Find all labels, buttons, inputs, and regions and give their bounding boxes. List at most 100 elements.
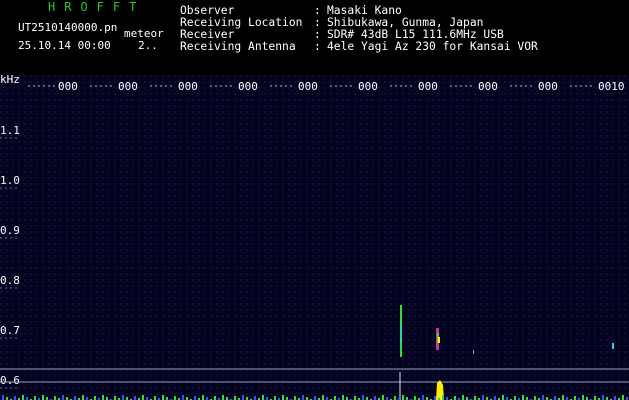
x-tick-label: 000 [58, 80, 78, 93]
hrofft-window: HROFFT UT2510140000.pn meteor 25.10.14 0… [0, 0, 629, 400]
noise-bar [162, 395, 164, 400]
noise-bar [62, 395, 64, 400]
noise-bar [82, 395, 84, 400]
noise-bar [202, 395, 204, 400]
noise-bar [394, 396, 396, 400]
noise-bar [294, 396, 296, 400]
info-separator: : [314, 40, 321, 53]
noise-bar [14, 396, 16, 400]
noise-bar [114, 396, 116, 400]
noise-bar [602, 395, 604, 400]
waterfall-svg: kHz 000 000 000 000 000 000 000 000 000 0010 1.11… [0, 75, 629, 400]
noise-bar [402, 395, 404, 400]
noise-bar [34, 396, 36, 400]
noise-bar [242, 395, 244, 400]
noise-bar [102, 395, 104, 400]
noise-bar [614, 396, 616, 400]
info-value: 4ele Yagi Az 230 for Kansai VOR [327, 40, 538, 53]
noise-bar [502, 395, 504, 400]
noise-bar [542, 395, 544, 400]
noise-bar [622, 395, 624, 400]
noise-bar [342, 395, 344, 400]
x-tick-label: 000 [238, 80, 258, 93]
noise-bar [474, 396, 476, 400]
noise-bar [322, 395, 324, 400]
noise-bar [514, 396, 516, 400]
waterfall-plot: kHz 000 000 000 000 000 000 000 000 000 0010 1.1 1… [0, 75, 629, 400]
info-row-antenna: Receiving Antenna : 4ele Yagi Az 230 for… [180, 41, 538, 53]
noise-bar [222, 395, 224, 400]
noise-bar [362, 395, 364, 400]
y-tick-label: 0.9 [0, 224, 20, 237]
noise-bar [194, 396, 196, 400]
noise-bar [214, 396, 216, 400]
noise-bar [574, 396, 576, 400]
noise-bar [334, 396, 336, 400]
y-tick-label: 0.8 [0, 274, 20, 287]
noise-bar [582, 395, 584, 400]
noise-bar [374, 396, 376, 400]
noise-bar [422, 395, 424, 400]
noise-bar [142, 395, 144, 400]
noise-bar [22, 395, 24, 400]
x-tick-labels: 000 000 000 000 000 000 000 000 000 0010 [28, 80, 625, 93]
y-tick-label: 1.1 [0, 124, 20, 137]
noise-bar [382, 395, 384, 400]
noise-bar [234, 396, 236, 400]
x-tick-label: 000 [178, 80, 198, 93]
noise-bar [94, 396, 96, 400]
echo-trace [401, 323, 402, 343]
noise-bar [2, 395, 4, 400]
noise-bar [122, 395, 124, 400]
y-tick-label: 1.0 [0, 174, 20, 187]
small-value: 2.. [138, 39, 158, 52]
noise-bar [282, 395, 284, 400]
noise-bar [302, 395, 304, 400]
y-tick-label: 0.7 [0, 324, 20, 337]
noise-bar [314, 396, 316, 400]
file-name: UT2510140000.pn [18, 21, 118, 34]
noise-bar [554, 396, 556, 400]
date-time: 25.10.14 00:00 [18, 39, 111, 52]
noise-bar [434, 396, 436, 400]
noise-bar [154, 396, 156, 400]
meteor-echoes [2, 305, 628, 400]
noise-bar [274, 396, 276, 400]
x-tick-label: 000 [118, 80, 138, 93]
echo-trace [612, 343, 614, 349]
noise-bar [494, 396, 496, 400]
noise-bar [54, 396, 56, 400]
noise-bar [182, 395, 184, 400]
observation-info: Observer : Masaki Kano Receiving Locatio… [180, 5, 538, 53]
noise-bar [134, 396, 136, 400]
y-tick-label: 0.6 [0, 374, 20, 387]
info-label: Receiving Antenna [180, 40, 296, 53]
y-tick-labels: 1.1 1.0 0.9 0.8 0.7 0.6 [0, 124, 20, 389]
x-tick-label: 000 [478, 80, 498, 93]
noise-bar [594, 396, 596, 400]
noise-bar [74, 396, 76, 400]
noise-bar [414, 396, 416, 400]
noise-bar [42, 395, 44, 400]
noise-bar [254, 396, 256, 400]
app-title: HROFFT [48, 0, 146, 14]
noise-bar [482, 395, 484, 400]
x-tick-label: 000 [358, 80, 378, 93]
noise-bar [262, 395, 264, 400]
echo-trace [438, 337, 440, 343]
noise-bar [174, 396, 176, 400]
noise-bar [462, 395, 464, 400]
plot-grid [0, 368, 629, 400]
x-tick-label: 000 [298, 80, 318, 93]
x-tick-label: 000 [538, 80, 558, 93]
noise-bar [562, 395, 564, 400]
x-tick-label: 0010 [598, 80, 625, 93]
x-tick-label: 000 [418, 80, 438, 93]
noise-bar [534, 396, 536, 400]
noise-bar [522, 395, 524, 400]
echo-trace [473, 350, 474, 354]
noise-bar [454, 396, 456, 400]
y-axis-unit: kHz [0, 75, 20, 86]
noise-bar [442, 395, 444, 400]
noise-bar [354, 396, 356, 400]
